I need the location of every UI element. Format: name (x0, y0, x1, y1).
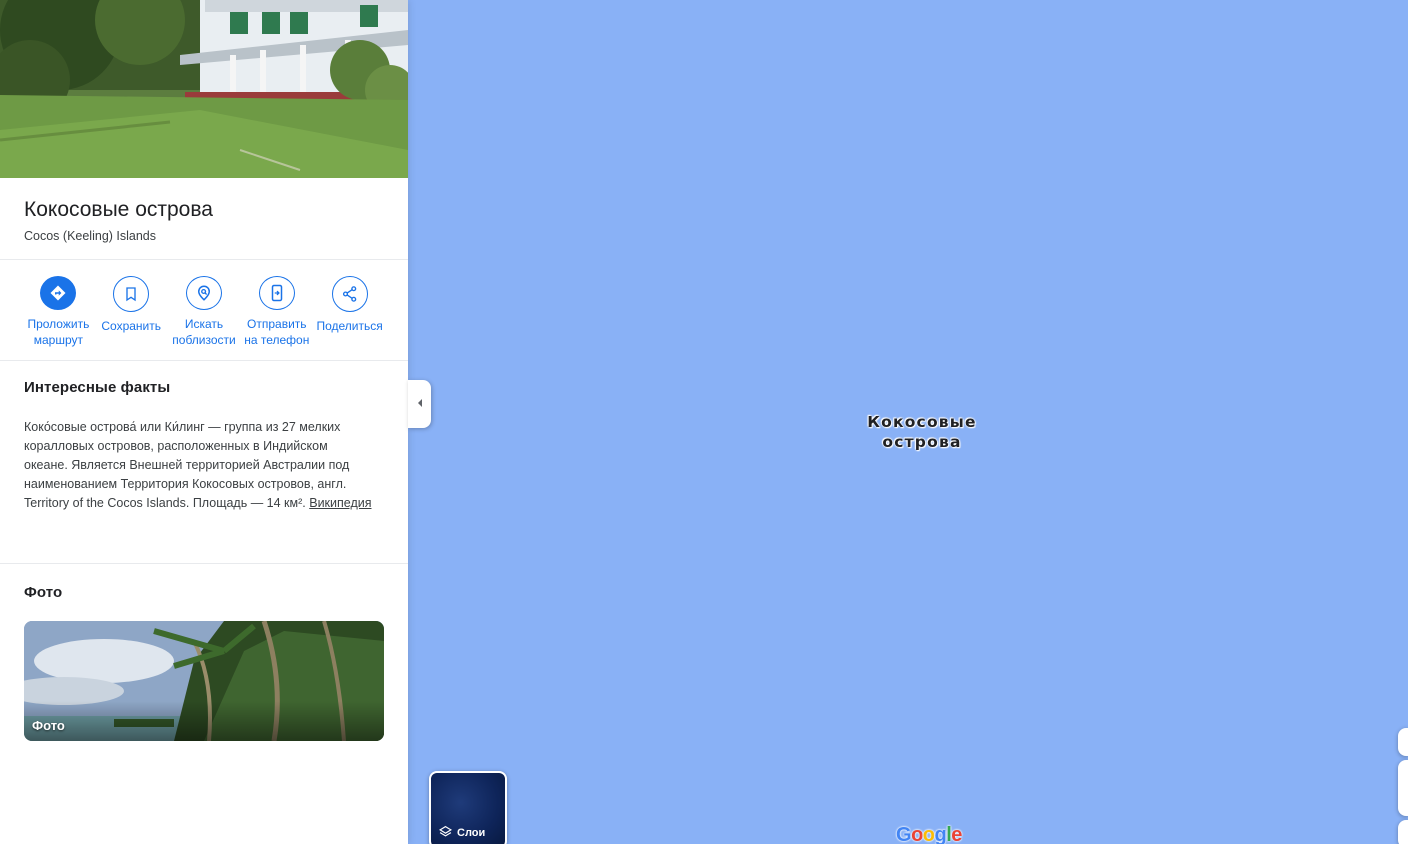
place-header: Кокосовые острова Cocos (Keeling) Island… (0, 178, 408, 260)
caret-left-icon (416, 395, 424, 413)
directions-label: Проложить маршрут (27, 317, 90, 347)
zoom-controls[interactable] (1398, 760, 1408, 816)
save-label: Сохранить (101, 319, 162, 333)
facts-text: Коко́совые острова́ или Ки́линг — группа… (24, 418, 374, 513)
photos-section: Фото Фото (0, 564, 408, 761)
facts-section: Интересные факты Коко́совые острова́ или… (0, 361, 408, 564)
share-label: Поделиться (316, 319, 383, 333)
nearby-label: Искать поблизости (172, 317, 236, 347)
layers-label-group: Слои (438, 825, 486, 841)
map-label-line2: острова (882, 433, 962, 451)
photo-card-image (24, 621, 384, 741)
map-label-line1: Кокосовые (867, 413, 977, 431)
share-icon (331, 276, 368, 312)
place-subtitle: Cocos (Keeling) Islands (24, 229, 157, 243)
layers-button[interactable]: Слои (429, 771, 507, 844)
action-bar: Проложить маршрут Сохранить Искать побли… (0, 260, 408, 361)
photo-card[interactable]: Фото (24, 621, 384, 741)
pegman-button[interactable] (1398, 820, 1408, 844)
layers-label: Слои (457, 827, 486, 839)
nearby-search-icon (185, 276, 222, 310)
hero-photo-image (0, 0, 408, 178)
place-panel: Кокосовые острова Cocos (Keeling) Island… (0, 0, 408, 844)
save-button[interactable]: Сохранить (95, 276, 168, 348)
maps-app: Кокосовые острова Cocos (Keeling) Island… (0, 0, 1408, 844)
directions-icon (40, 276, 77, 310)
layers-icon (438, 825, 453, 841)
place-title: Кокосовые острова (24, 198, 213, 221)
hero-photo[interactable] (0, 0, 408, 178)
send-to-phone-icon (258, 276, 295, 310)
bookmark-icon (113, 276, 150, 312)
map-canvas[interactable]: Кокосовые острова (408, 0, 1408, 844)
photo-card-label: Фото (32, 718, 65, 733)
facts-body: Коко́совые острова́ или Ки́линг — группа… (24, 420, 350, 510)
map-place-label: Кокосовые острова (863, 412, 981, 452)
google-logo: Google (896, 824, 962, 844)
share-button[interactable]: Поделиться (313, 276, 386, 348)
send-to-phone-button[interactable]: Отправить на телефон (240, 276, 313, 348)
send-to-phone-label: Отправить на телефон (244, 317, 310, 347)
collapse-panel-button[interactable] (408, 380, 431, 428)
wikipedia-link[interactable]: Википедия (309, 496, 371, 510)
directions-button[interactable]: Проложить маршрут (22, 276, 95, 348)
facts-heading: Интересные факты (24, 379, 171, 396)
location-button[interactable] (1398, 728, 1408, 756)
nearby-button[interactable]: Искать поблизости (168, 276, 241, 348)
photos-heading: Фото (24, 584, 63, 601)
